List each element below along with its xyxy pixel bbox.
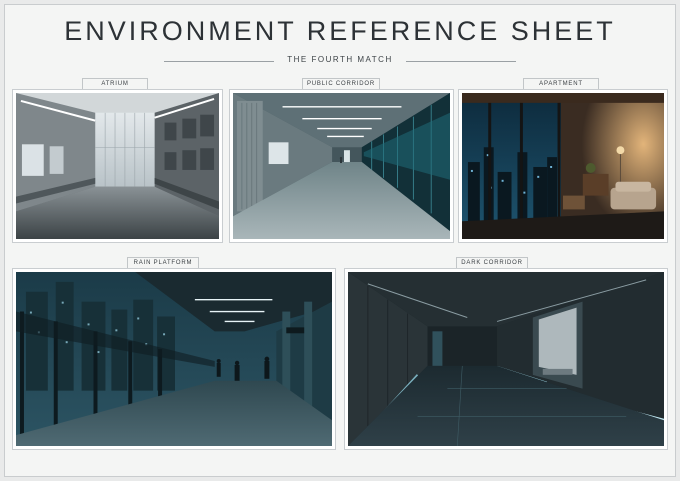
sheet-title: ENVIRONMENT REFERENCE SHEET <box>64 16 616 46</box>
public-corridor-scene <box>233 93 450 239</box>
subtitle-rule-right <box>406 61 516 62</box>
panel-atrium <box>12 89 223 243</box>
sheet-subtitle: THE FOURTH MATCH <box>287 55 393 64</box>
subtitle-row: THE FOURTH MATCH <box>0 55 680 67</box>
panel-public-corridor <box>229 89 454 243</box>
apartment-scene <box>462 93 664 239</box>
panel-rain-platform <box>12 268 336 450</box>
panel-dark-corridor <box>344 268 668 450</box>
atrium-scene <box>16 93 219 239</box>
panel-apartment <box>458 89 668 243</box>
rain-platform-scene <box>16 272 332 446</box>
dark-corridor-scene <box>348 272 664 446</box>
